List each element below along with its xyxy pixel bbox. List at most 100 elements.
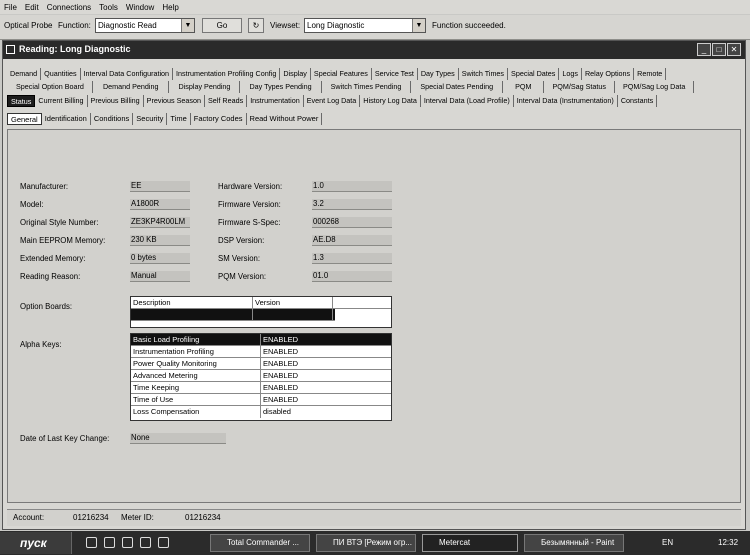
function-select[interactable]: Diagnostic Read ▼	[95, 18, 195, 33]
window-title: Reading: Long Diagnostic	[19, 44, 131, 54]
reading-reason-value: Manual	[130, 271, 190, 282]
subtab-factory-codes[interactable]: Factory Codes	[191, 113, 247, 125]
tab-current-billing[interactable]: Current Billing	[35, 95, 88, 107]
tab-quantities[interactable]: Quantities	[41, 68, 81, 80]
table-row[interactable]: Loss Compensation disabled	[131, 406, 391, 418]
table-row[interactable]: Advanced Metering ENABLED	[131, 370, 391, 382]
subtab-conditions[interactable]: Conditions	[91, 113, 134, 125]
extended-memory-label: Extended Memory:	[20, 254, 86, 263]
column-header-version[interactable]: Version	[253, 297, 333, 308]
extended-memory-value: 0 bytes	[130, 253, 190, 264]
tab-demand-pending[interactable]: Demand Pending	[93, 81, 170, 93]
task-paint[interactable]: Безымянный - Paint	[524, 534, 624, 552]
tab-demand[interactable]: Demand	[7, 68, 42, 80]
menu-file[interactable]: File	[0, 3, 21, 12]
account-label: Account:	[13, 513, 45, 522]
alpha-key-state: disabled	[263, 407, 291, 416]
tab-relay-options[interactable]: Relay Options	[582, 68, 635, 80]
tab-interval-data-instrumentation[interactable]: Interval Data (Instrumentation)	[514, 95, 618, 107]
chevron-down-icon[interactable]: ▼	[181, 19, 194, 32]
tab-instrumentation-profiling-config[interactable]: Instrumentation Profiling Config	[173, 68, 281, 80]
alpha-key-state: ENABLED	[263, 359, 299, 368]
menu-tools[interactable]: Tools	[95, 3, 122, 12]
subtab-read-without-power[interactable]: Read Without Power	[247, 113, 323, 125]
task-pi-vte[interactable]: ПИ ВТЭ [Режим огр...	[316, 534, 416, 552]
tab-self-reads[interactable]: Self Reads	[205, 95, 248, 107]
tab-special-option-board[interactable]: Special Option Board	[13, 81, 93, 93]
maximize-icon[interactable]: □	[712, 43, 726, 56]
tab-pqm-sag-status[interactable]: PQM/Sag Status	[544, 81, 615, 93]
table-row[interactable]	[131, 309, 335, 321]
viewset-label: Viewset:	[270, 21, 301, 30]
minimize-icon[interactable]: _	[697, 43, 711, 56]
subtab-general[interactable]: General	[7, 113, 42, 125]
go-button[interactable]: Go	[202, 18, 242, 33]
task-total-commander[interactable]: Total Commander ...	[210, 534, 310, 552]
start-button[interactable]: пуск	[0, 532, 72, 554]
subtab-time[interactable]: Time	[167, 113, 191, 125]
eeprom-label: Main EEPROM Memory:	[20, 236, 106, 245]
tab-logs[interactable]: Logs	[559, 68, 582, 80]
tab-service-test[interactable]: Service Test	[372, 68, 418, 80]
table-row[interactable]: Basic Load Profiling ENABLED	[131, 334, 391, 346]
subtab-identification[interactable]: Identification	[42, 113, 91, 125]
general-panel: Manufacturer: EE Model: A1800R Original …	[7, 129, 741, 503]
alpha-key-state: ENABLED	[263, 335, 299, 344]
alpha-key-name: Advanced Metering	[131, 370, 261, 381]
tab-constants[interactable]: Constants	[618, 95, 658, 107]
tab-special-dates-pending[interactable]: Special Dates Pending	[411, 81, 504, 93]
table-row[interactable]: Time of Use ENABLED	[131, 394, 391, 406]
task-metercat[interactable]: Metercat	[422, 534, 518, 552]
alpha-key-name: Power Quality Monitoring	[131, 358, 261, 369]
tab-special-dates[interactable]: Special Dates	[508, 68, 560, 80]
chevron-down-icon[interactable]: ▼	[412, 19, 425, 32]
viewset-select[interactable]: Long Diagnostic ▼	[304, 18, 426, 33]
menu-help[interactable]: Help	[158, 3, 182, 12]
menu-bar: File Edit Connections Tools Window Help	[0, 0, 750, 14]
table-row[interactable]: Time Keeping ENABLED	[131, 382, 391, 394]
table-row[interactable]: Power Quality Monitoring ENABLED	[131, 358, 391, 370]
option-boards-header: Description Version	[131, 297, 391, 309]
hardware-version-value: 1.0	[312, 181, 392, 192]
probe-label[interactable]: Optical Probe	[4, 21, 52, 30]
quicklaunch-icon[interactable]	[140, 537, 151, 548]
tab-switch-times[interactable]: Switch Times	[459, 68, 509, 80]
refresh-icon[interactable]: ↻	[248, 18, 264, 33]
column-header-description[interactable]: Description	[131, 297, 253, 308]
alpha-key-name: Basic Load Profiling	[131, 334, 261, 345]
tab-remote[interactable]: Remote	[634, 68, 667, 80]
tab-pqm-sag-log-data[interactable]: PQM/Sag Log Data	[615, 81, 695, 93]
tab-event-log-data[interactable]: Event Log Data	[304, 95, 361, 107]
tab-previous-season[interactable]: Previous Season	[144, 95, 206, 107]
subtab-security[interactable]: Security	[133, 113, 168, 125]
tab-interval-data-load-profile[interactable]: Interval Data (Load Profile)	[421, 95, 514, 107]
quicklaunch-icon[interactable]	[104, 537, 115, 548]
clock[interactable]: 12:32	[718, 534, 738, 552]
status-bar: Account: 01216234 Meter ID: 01216234	[7, 509, 741, 526]
tab-previous-billing[interactable]: Previous Billing	[88, 95, 144, 107]
alpha-key-name: Loss Compensation	[131, 406, 261, 418]
tab-day-types[interactable]: Day Types	[418, 68, 459, 80]
menu-edit[interactable]: Edit	[21, 3, 43, 12]
language-indicator[interactable]: EN	[662, 534, 673, 552]
close-icon[interactable]: ✕	[727, 43, 741, 56]
tab-interval-data-config[interactable]: Interval Data Configuration	[81, 68, 174, 80]
tab-status[interactable]: Status	[7, 95, 36, 107]
tab-display[interactable]: Display	[280, 68, 311, 80]
option-boards-table[interactable]: Description Version	[130, 296, 392, 328]
tab-day-types-pending[interactable]: Day Types Pending	[240, 81, 322, 93]
alpha-key-state: ENABLED	[263, 395, 299, 404]
quicklaunch-icon[interactable]	[86, 537, 97, 548]
menu-window[interactable]: Window	[122, 3, 158, 12]
quicklaunch-icon[interactable]	[122, 537, 133, 548]
table-row[interactable]: Instrumentation Profiling ENABLED	[131, 346, 391, 358]
tab-switch-times-pending[interactable]: Switch Times Pending	[322, 81, 412, 93]
tab-history-log-data[interactable]: History Log Data	[360, 95, 421, 107]
quicklaunch-icon[interactable]	[158, 537, 169, 548]
tab-instrumentation[interactable]: Instrumentation	[247, 95, 304, 107]
tab-special-features[interactable]: Special Features	[311, 68, 372, 80]
tab-display-pending[interactable]: Display Pending	[169, 81, 241, 93]
alpha-keys-table[interactable]: Basic Load Profiling ENABLED Instrumenta…	[130, 333, 392, 421]
tab-pqm[interactable]: PQM	[503, 81, 545, 93]
menu-connections[interactable]: Connections	[43, 3, 95, 12]
